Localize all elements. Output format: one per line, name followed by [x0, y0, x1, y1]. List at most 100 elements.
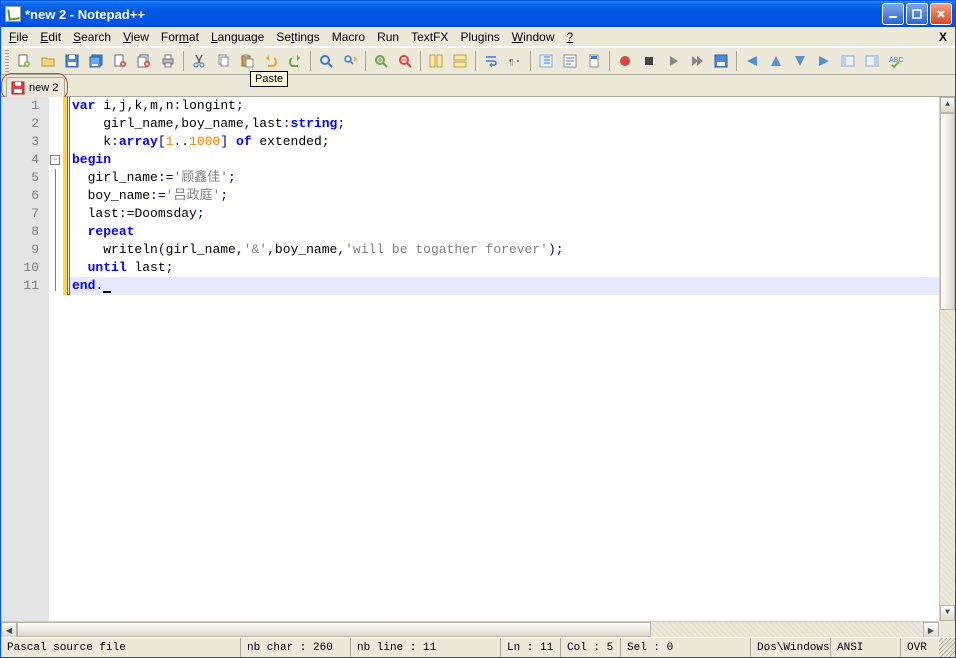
tri-right-icon[interactable] [813, 50, 835, 72]
menu-macro[interactable]: Macro [326, 28, 371, 46]
menu-run[interactable]: Run [371, 28, 405, 46]
menu-window[interactable]: Window [506, 28, 561, 46]
spellcheck-icon[interactable]: ABC [885, 50, 907, 72]
code-line[interactable]: boy_name:='吕政庭'; [70, 187, 939, 205]
record-macro-icon[interactable] [614, 50, 636, 72]
svg-text:¶: ¶ [509, 58, 513, 67]
status-ovr: OVR [901, 638, 933, 657]
sync-v-icon[interactable] [425, 50, 447, 72]
line-number: 4 [1, 151, 39, 169]
editor[interactable]: 1234567891011 − var i,j,k,m,n:longint; g… [1, 97, 955, 621]
paste-icon[interactable] [236, 50, 258, 72]
tabbar: new 2 [1, 75, 955, 97]
cut-icon[interactable] [188, 50, 210, 72]
code-area[interactable]: var i,j,k,m,n:longint; girl_name,boy_nam… [70, 97, 939, 621]
maximize-button[interactable] [906, 3, 928, 25]
menu-settings[interactable]: Settings [270, 28, 325, 46]
doc-map-icon[interactable] [583, 50, 605, 72]
scroll-left-button[interactable]: ◀ [1, 622, 17, 637]
menu-view[interactable]: View [117, 28, 155, 46]
code-line[interactable]: begin [70, 151, 939, 169]
status-ln: Ln : 11 [501, 638, 561, 657]
paste-tooltip: Paste [250, 71, 288, 87]
line-number: 6 [1, 187, 39, 205]
code-line[interactable]: end. [70, 277, 939, 295]
play-multi-icon[interactable] [686, 50, 708, 72]
titlebar[interactable]: *new 2 - Notepad++ [1, 1, 955, 27]
code-line[interactable]: last:=Doomsday; [70, 205, 939, 223]
toolbar: ¶ ABC Paste [1, 47, 955, 75]
print-icon[interactable] [157, 50, 179, 72]
scroll-right-button[interactable]: ▶ [923, 622, 939, 637]
vertical-scrollbar[interactable]: ▲ ▼ [939, 97, 955, 621]
status-eol: Dos\Windows [751, 638, 831, 657]
resize-grip[interactable] [939, 638, 955, 657]
menu-search[interactable]: Search [67, 28, 117, 46]
menu-plugins[interactable]: Plugins [454, 28, 505, 46]
code-line[interactable]: until last; [70, 259, 939, 277]
tri-down-icon[interactable] [789, 50, 811, 72]
vertical-scroll-thumb[interactable] [940, 113, 955, 310]
open-file-icon[interactable] [37, 50, 59, 72]
stop-macro-icon[interactable] [638, 50, 660, 72]
horizontal-scrollbar[interactable]: ◀ ▶ [1, 621, 939, 637]
line-number: 8 [1, 223, 39, 241]
status-filetype: Pascal source file [1, 638, 241, 657]
save-all-icon[interactable] [85, 50, 107, 72]
scroll-down-button[interactable]: ▼ [940, 605, 955, 621]
code-line[interactable]: k:array[1..1000] of extended; [70, 133, 939, 151]
menu-edit[interactable]: Edit [34, 28, 67, 46]
minimize-button[interactable] [882, 3, 904, 25]
code-line[interactable]: writeln(girl_name,'&',boy_name,'will be … [70, 241, 939, 259]
app-icon [5, 6, 21, 22]
code-line[interactable]: repeat [70, 223, 939, 241]
save-icon[interactable] [61, 50, 83, 72]
fold-column[interactable]: − [49, 97, 63, 621]
copy-icon[interactable] [212, 50, 234, 72]
status-nbchar: nb char : 260 [241, 638, 351, 657]
scroll-up-button[interactable]: ▲ [940, 97, 955, 113]
menu-file[interactable]: File [3, 28, 34, 46]
close-file-icon[interactable] [109, 50, 131, 72]
sync-h-icon[interactable] [449, 50, 471, 72]
play-macro-icon[interactable] [662, 50, 684, 72]
find-icon[interactable] [315, 50, 337, 72]
line-number: 2 [1, 115, 39, 133]
window-title: *new 2 - Notepad++ [25, 7, 882, 22]
tab-new-2[interactable]: new 2 [6, 77, 65, 97]
scroll-corner [939, 621, 955, 637]
line-number: 1 [1, 97, 39, 115]
menu-textfx[interactable]: TextFX [405, 28, 454, 46]
code-line[interactable]: var i,j,k,m,n:longint; [70, 97, 939, 115]
tab-label: new 2 [29, 82, 58, 94]
save-macro-icon[interactable] [710, 50, 732, 72]
tri-left-icon[interactable] [741, 50, 763, 72]
close-all-icon[interactable] [133, 50, 155, 72]
menu-help[interactable]: ? [560, 28, 579, 46]
redo-icon[interactable] [284, 50, 306, 72]
wrap-icon[interactable] [480, 50, 502, 72]
save-unsaved-icon [11, 81, 25, 95]
panel-a-icon[interactable] [837, 50, 859, 72]
menu-language[interactable]: Language [205, 28, 270, 46]
undo-icon[interactable] [260, 50, 282, 72]
all-chars-icon[interactable]: ¶ [504, 50, 526, 72]
line-number: 11 [1, 277, 39, 295]
fold-toggle[interactable]: − [50, 155, 60, 165]
status-nbline: nb line : 11 [351, 638, 501, 657]
indent-guide-icon[interactable] [535, 50, 557, 72]
code-line[interactable]: girl_name,boy_name,last:string; [70, 115, 939, 133]
zoom-in-icon[interactable] [370, 50, 392, 72]
panel-b-icon[interactable] [861, 50, 883, 72]
line-number-gutter: 1234567891011 [1, 97, 49, 621]
horizontal-scroll-thumb[interactable] [17, 622, 651, 637]
close-button[interactable] [930, 3, 952, 25]
menu-format[interactable]: Format [155, 28, 205, 46]
menu-close-x[interactable]: X [933, 28, 953, 46]
user-lang-icon[interactable] [559, 50, 581, 72]
code-line[interactable]: girl_name:='顾鑫佳'; [70, 169, 939, 187]
replace-icon[interactable] [339, 50, 361, 72]
zoom-out-icon[interactable] [394, 50, 416, 72]
new-file-icon[interactable] [13, 50, 35, 72]
tri-up-icon[interactable] [765, 50, 787, 72]
